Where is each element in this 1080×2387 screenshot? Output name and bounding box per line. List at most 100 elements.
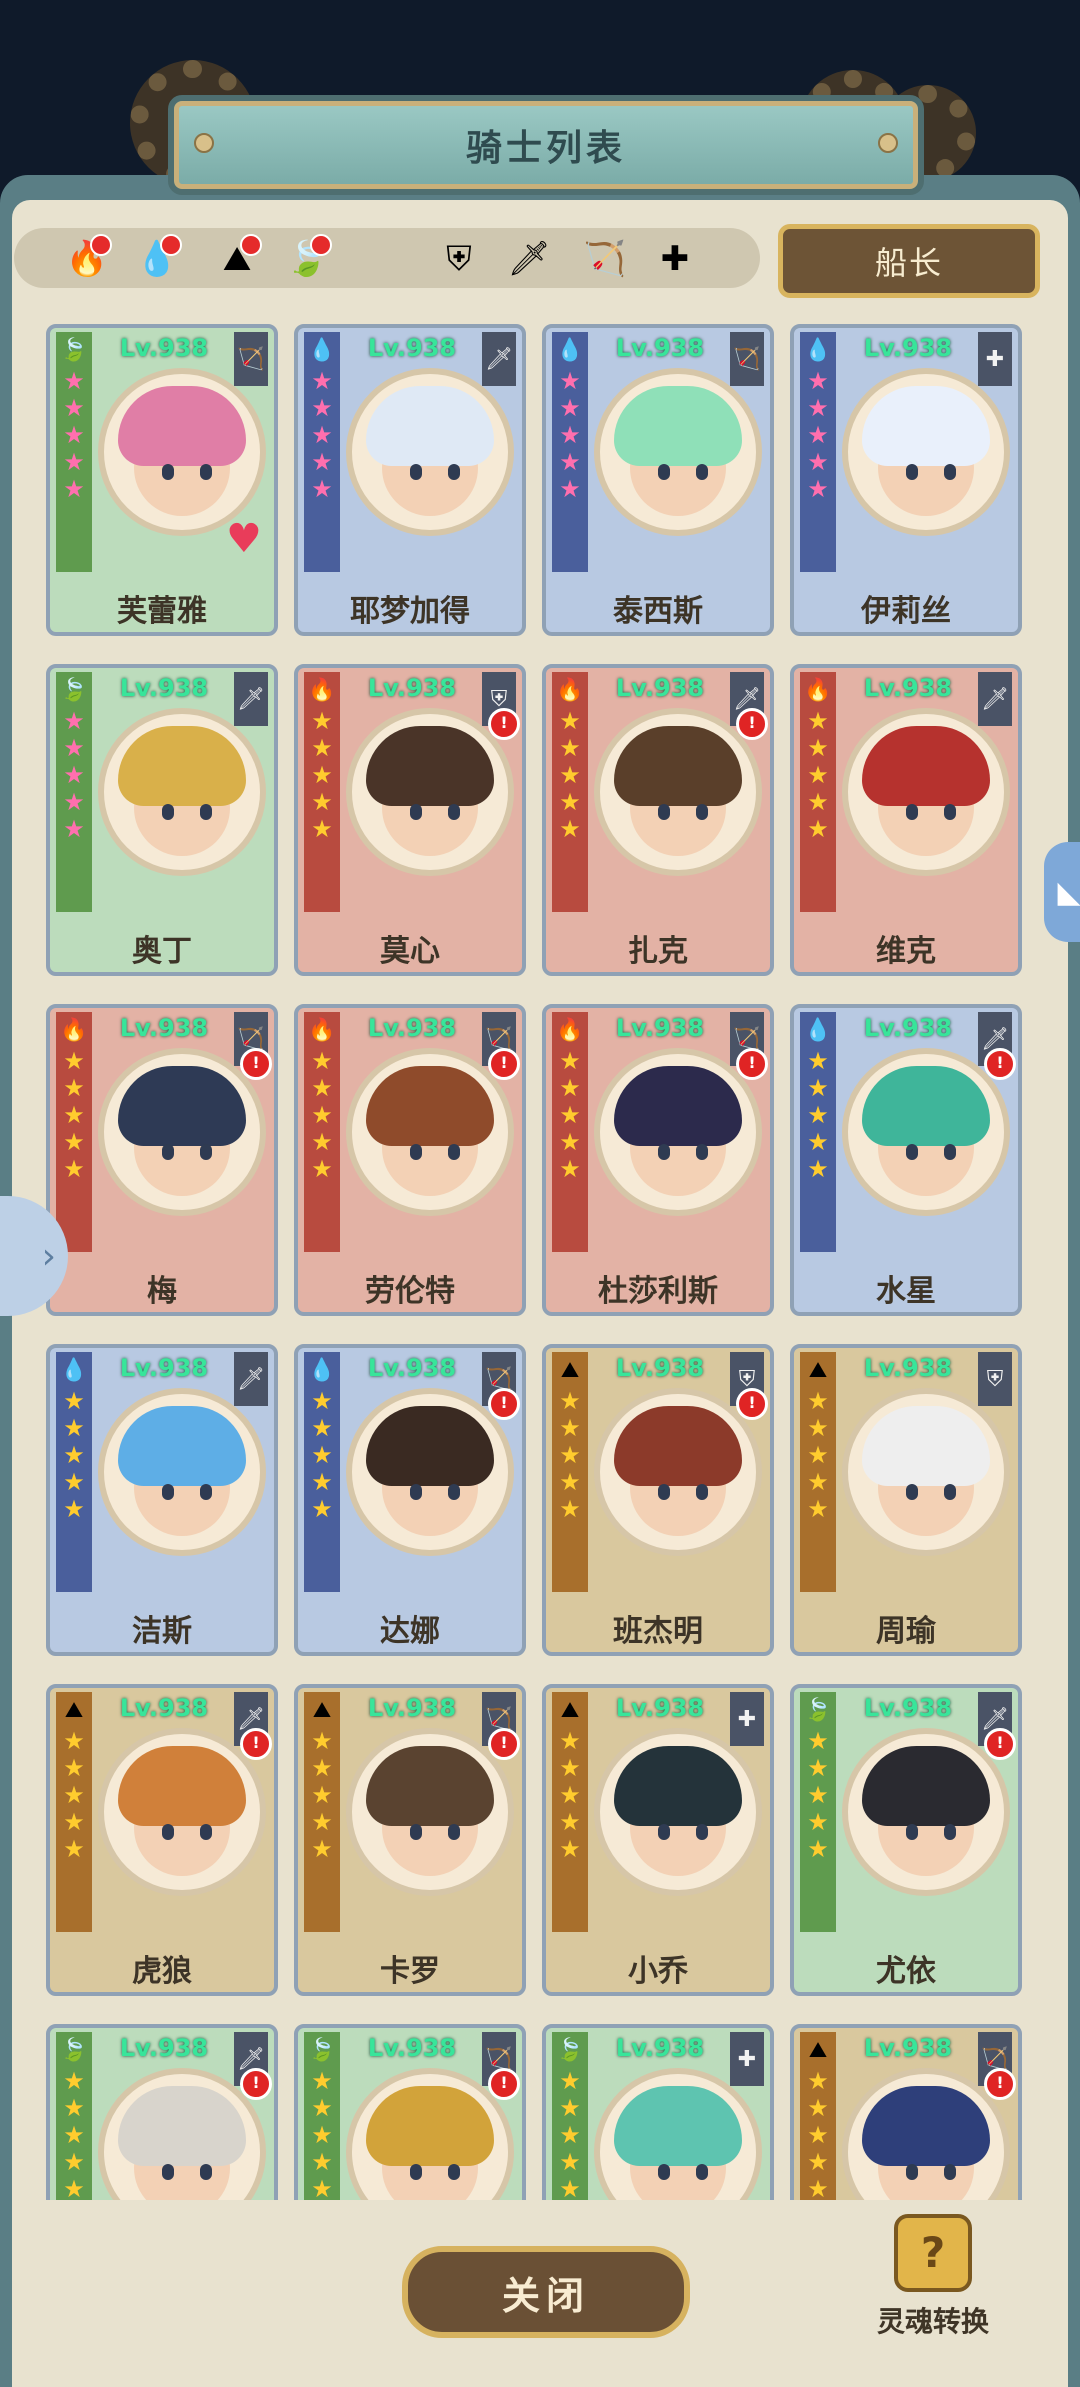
portrait-hair bbox=[366, 386, 494, 466]
star-icon: ★ bbox=[559, 1074, 581, 1102]
portrait-eye bbox=[906, 1824, 918, 1840]
knight-grid[interactable]: 🍃 ★ ★ ★ ★ ★ 🏹 Lv.938 ♥ 芙蕾雅 💧 ★ ★ ★ ★ ★ 🗡 Lv.938 耶梦加得 💧 ★ ★ ★ ★ ★… bbox=[46, 324, 1036, 2200]
knight-name: 杜莎利斯 bbox=[598, 1274, 718, 1309]
star-icon: ★ bbox=[807, 1101, 829, 1129]
star-icon: ★ bbox=[807, 2067, 829, 2095]
knight-portrait bbox=[842, 368, 1010, 536]
knight-card[interactable]: 🍃 ★ ★ ★ ★ ★ 🗡 Lv.938! 尤依 bbox=[790, 1684, 1022, 1996]
element-ribbon: ⛰ ★ ★ ★ ★ ★ bbox=[800, 2032, 836, 2200]
knight-card[interactable]: 🔥 ★ ★ ★ ★ ★ 🗡 Lv.938 维克 bbox=[790, 664, 1022, 976]
fire-element-filter-button[interactable]: 🔥 bbox=[62, 234, 112, 284]
bow-class-filter-button[interactable]: 🏹 bbox=[580, 234, 630, 284]
captain-button[interactable]: 船长 bbox=[778, 224, 1040, 298]
knight-card[interactable]: 🍃 ★ ★ ★ ★ ★ 🗡 Lv.938 奥丁 bbox=[46, 664, 278, 976]
star-icon: ★ bbox=[63, 1441, 85, 1469]
alert-badge-icon: ! bbox=[240, 1728, 272, 1760]
element-ribbon: 🔥 ★ ★ ★ ★ ★ bbox=[304, 1012, 340, 1252]
wood-element-filter-button[interactable]: 🍃 bbox=[282, 234, 332, 284]
shield-class-filter-button[interactable]: ⛨ bbox=[434, 234, 484, 284]
element-ribbon: 🍃 ★ ★ ★ ★ ★ bbox=[552, 2032, 588, 2200]
soul-convert-button[interactable]: ? 灵魂转换 bbox=[868, 2214, 998, 2354]
star-icon: ★ bbox=[311, 1155, 333, 1183]
star-icon: ★ bbox=[63, 448, 85, 476]
right-side-tab[interactable]: ◣ bbox=[1044, 842, 1080, 942]
water-element-filter-button[interactable]: 💧 bbox=[132, 234, 182, 284]
healer-cross-icon: ✚ bbox=[660, 239, 690, 279]
portrait-eye bbox=[944, 1144, 956, 1160]
knight-level: Lv.938 bbox=[863, 1354, 953, 1382]
element-ribbon: 💧 ★ ★ ★ ★ ★ bbox=[304, 1352, 340, 1592]
knight-card[interactable]: ⛰ ★ ★ ★ ★ ★ ⛨ Lv.938! 班杰明 bbox=[542, 1344, 774, 1656]
alert-badge-icon: ! bbox=[736, 1388, 768, 1420]
knight-card[interactable]: ⛰ ★ ★ ★ ★ ★ 🏹 Lv.938! 卡罗 bbox=[294, 1684, 526, 1996]
knight-level: Lv.938 bbox=[119, 2034, 209, 2062]
class-badge-icon: 🗡 bbox=[978, 672, 1012, 726]
knight-card[interactable]: 💧 ★ ★ ★ ★ ★ 🏹 Lv.938! 达娜 bbox=[294, 1344, 526, 1656]
knight-card[interactable]: 🔥 ★ ★ ★ ★ ★ 🏹 Lv.938! 梅 bbox=[46, 1004, 278, 1316]
star-icon: ★ bbox=[63, 394, 85, 422]
star-icon: ★ bbox=[807, 2175, 829, 2200]
star-icon: ★ bbox=[559, 761, 581, 789]
portrait-hair bbox=[862, 726, 990, 806]
knight-card[interactable]: 🔥 ★ ★ ★ ★ ★ 🗡 Lv.938! 扎克 bbox=[542, 664, 774, 976]
knight-card[interactable]: 💧 ★ ★ ★ ★ ★ ✚ Lv.938 伊莉丝 bbox=[790, 324, 1022, 636]
portrait-eye bbox=[696, 1144, 708, 1160]
portrait-eye bbox=[696, 1824, 708, 1840]
knight-name: 水星 bbox=[876, 1274, 936, 1309]
star-icon: ★ bbox=[559, 1101, 581, 1129]
knight-card[interactable]: ⛰ ★ ★ ★ ★ ★ 🏹 Lv.938! bbox=[790, 2024, 1022, 2200]
healer-cross-filter-button[interactable]: ✚ bbox=[650, 234, 700, 284]
star-icon: ★ bbox=[63, 734, 85, 762]
element-ribbon: 🔥 ★ ★ ★ ★ ★ bbox=[304, 672, 340, 912]
sword-class-filter-button[interactable]: 🗡 bbox=[504, 234, 554, 284]
soul-convert-label: 灵魂转换 bbox=[876, 2305, 989, 2338]
star-icon: ★ bbox=[559, 734, 581, 762]
portrait-eye bbox=[696, 1484, 708, 1500]
portrait-hair bbox=[614, 726, 742, 806]
captain-button-label: 船长 bbox=[874, 244, 943, 282]
knight-card[interactable]: 🍃 ★ ★ ★ ★ ★ 🗡 Lv.938! bbox=[46, 2024, 278, 2200]
knight-card[interactable]: ⛰ ★ ★ ★ ★ ★ ⛨ Lv.938 周瑜 bbox=[790, 1344, 1022, 1656]
portrait-hair bbox=[614, 1746, 742, 1826]
knight-level: Lv.938 bbox=[863, 1694, 953, 1722]
knight-card[interactable]: 🍃 ★ ★ ★ ★ ★ 🏹 Lv.938! bbox=[294, 2024, 526, 2200]
alert-dot bbox=[240, 234, 262, 256]
star-icon: ★ bbox=[559, 1495, 581, 1523]
close-button[interactable]: 关闭 bbox=[402, 2246, 690, 2338]
knight-card[interactable]: 🍃 ★ ★ ★ ★ ★ 🏹 Lv.938 ♥ 芙蕾雅 bbox=[46, 324, 278, 636]
element-ribbon: 🔥 ★ ★ ★ ★ ★ bbox=[800, 672, 836, 912]
knight-card[interactable]: ⛰ ★ ★ ★ ★ ★ ✚ Lv.938 小乔 bbox=[542, 1684, 774, 1996]
alert-badge-icon: ! bbox=[240, 1048, 272, 1080]
knight-card[interactable]: 💧 ★ ★ ★ ★ ★ 🗡 Lv.938! 水星 bbox=[790, 1004, 1022, 1316]
star-icon: ★ bbox=[63, 1468, 85, 1496]
knight-card[interactable]: 🍃 ★ ★ ★ ★ ★ ✚ Lv.938 bbox=[542, 2024, 774, 2200]
star-rating: ★ ★ ★ ★ ★ bbox=[304, 1729, 340, 1861]
element-ribbon: 🍃 ★ ★ ★ ★ ★ bbox=[304, 2032, 340, 2200]
earth-element-filter-button[interactable]: ⛰ bbox=[212, 234, 262, 284]
star-icon: ★ bbox=[311, 2121, 333, 2149]
element-ribbon: 🍃 ★ ★ ★ ★ ★ bbox=[56, 332, 92, 572]
knight-card[interactable]: 🔥 ★ ★ ★ ★ ★ 🏹 Lv.938! 劳伦特 bbox=[294, 1004, 526, 1316]
side-arrow-icon: ◣ bbox=[1057, 874, 1080, 910]
title-stud-right bbox=[878, 133, 898, 153]
wood-element-icon: 🍃 bbox=[60, 2038, 88, 2063]
knight-card[interactable]: 💧 ★ ★ ★ ★ ★ 🗡 Lv.938 耶梦加得 bbox=[294, 324, 526, 636]
class-badge-icon: ✚ bbox=[730, 1692, 764, 1746]
knight-card[interactable]: 🔥 ★ ★ ★ ★ ★ 🏹 Lv.938! 杜莎利斯 bbox=[542, 1004, 774, 1316]
star-icon: ★ bbox=[63, 2121, 85, 2149]
knight-card[interactable]: 💧 ★ ★ ★ ★ ★ 🗡 Lv.938 洁斯 bbox=[46, 1344, 278, 1656]
star-rating: ★ ★ ★ ★ ★ bbox=[800, 1049, 836, 1181]
star-icon: ★ bbox=[559, 1047, 581, 1075]
portrait-eye bbox=[658, 1824, 670, 1840]
portrait-eye bbox=[448, 2164, 460, 2180]
knight-level: Lv.938 bbox=[863, 674, 953, 702]
portrait-hair bbox=[862, 386, 990, 466]
knight-name: 伊莉丝 bbox=[861, 594, 951, 629]
knight-card[interactable]: 🔥 ★ ★ ★ ★ ★ ⛨ Lv.938! 莫心 bbox=[294, 664, 526, 976]
knight-card[interactable]: ⛰ ★ ★ ★ ★ ★ 🗡 Lv.938! 虎狼 bbox=[46, 1684, 278, 1996]
portrait-eye bbox=[410, 1484, 422, 1500]
star-icon: ★ bbox=[311, 1441, 333, 1469]
star-icon: ★ bbox=[63, 1754, 85, 1782]
knight-card[interactable]: 💧 ★ ★ ★ ★ ★ 🏹 Lv.938 泰西斯 bbox=[542, 324, 774, 636]
knight-name: 维克 bbox=[876, 934, 936, 969]
